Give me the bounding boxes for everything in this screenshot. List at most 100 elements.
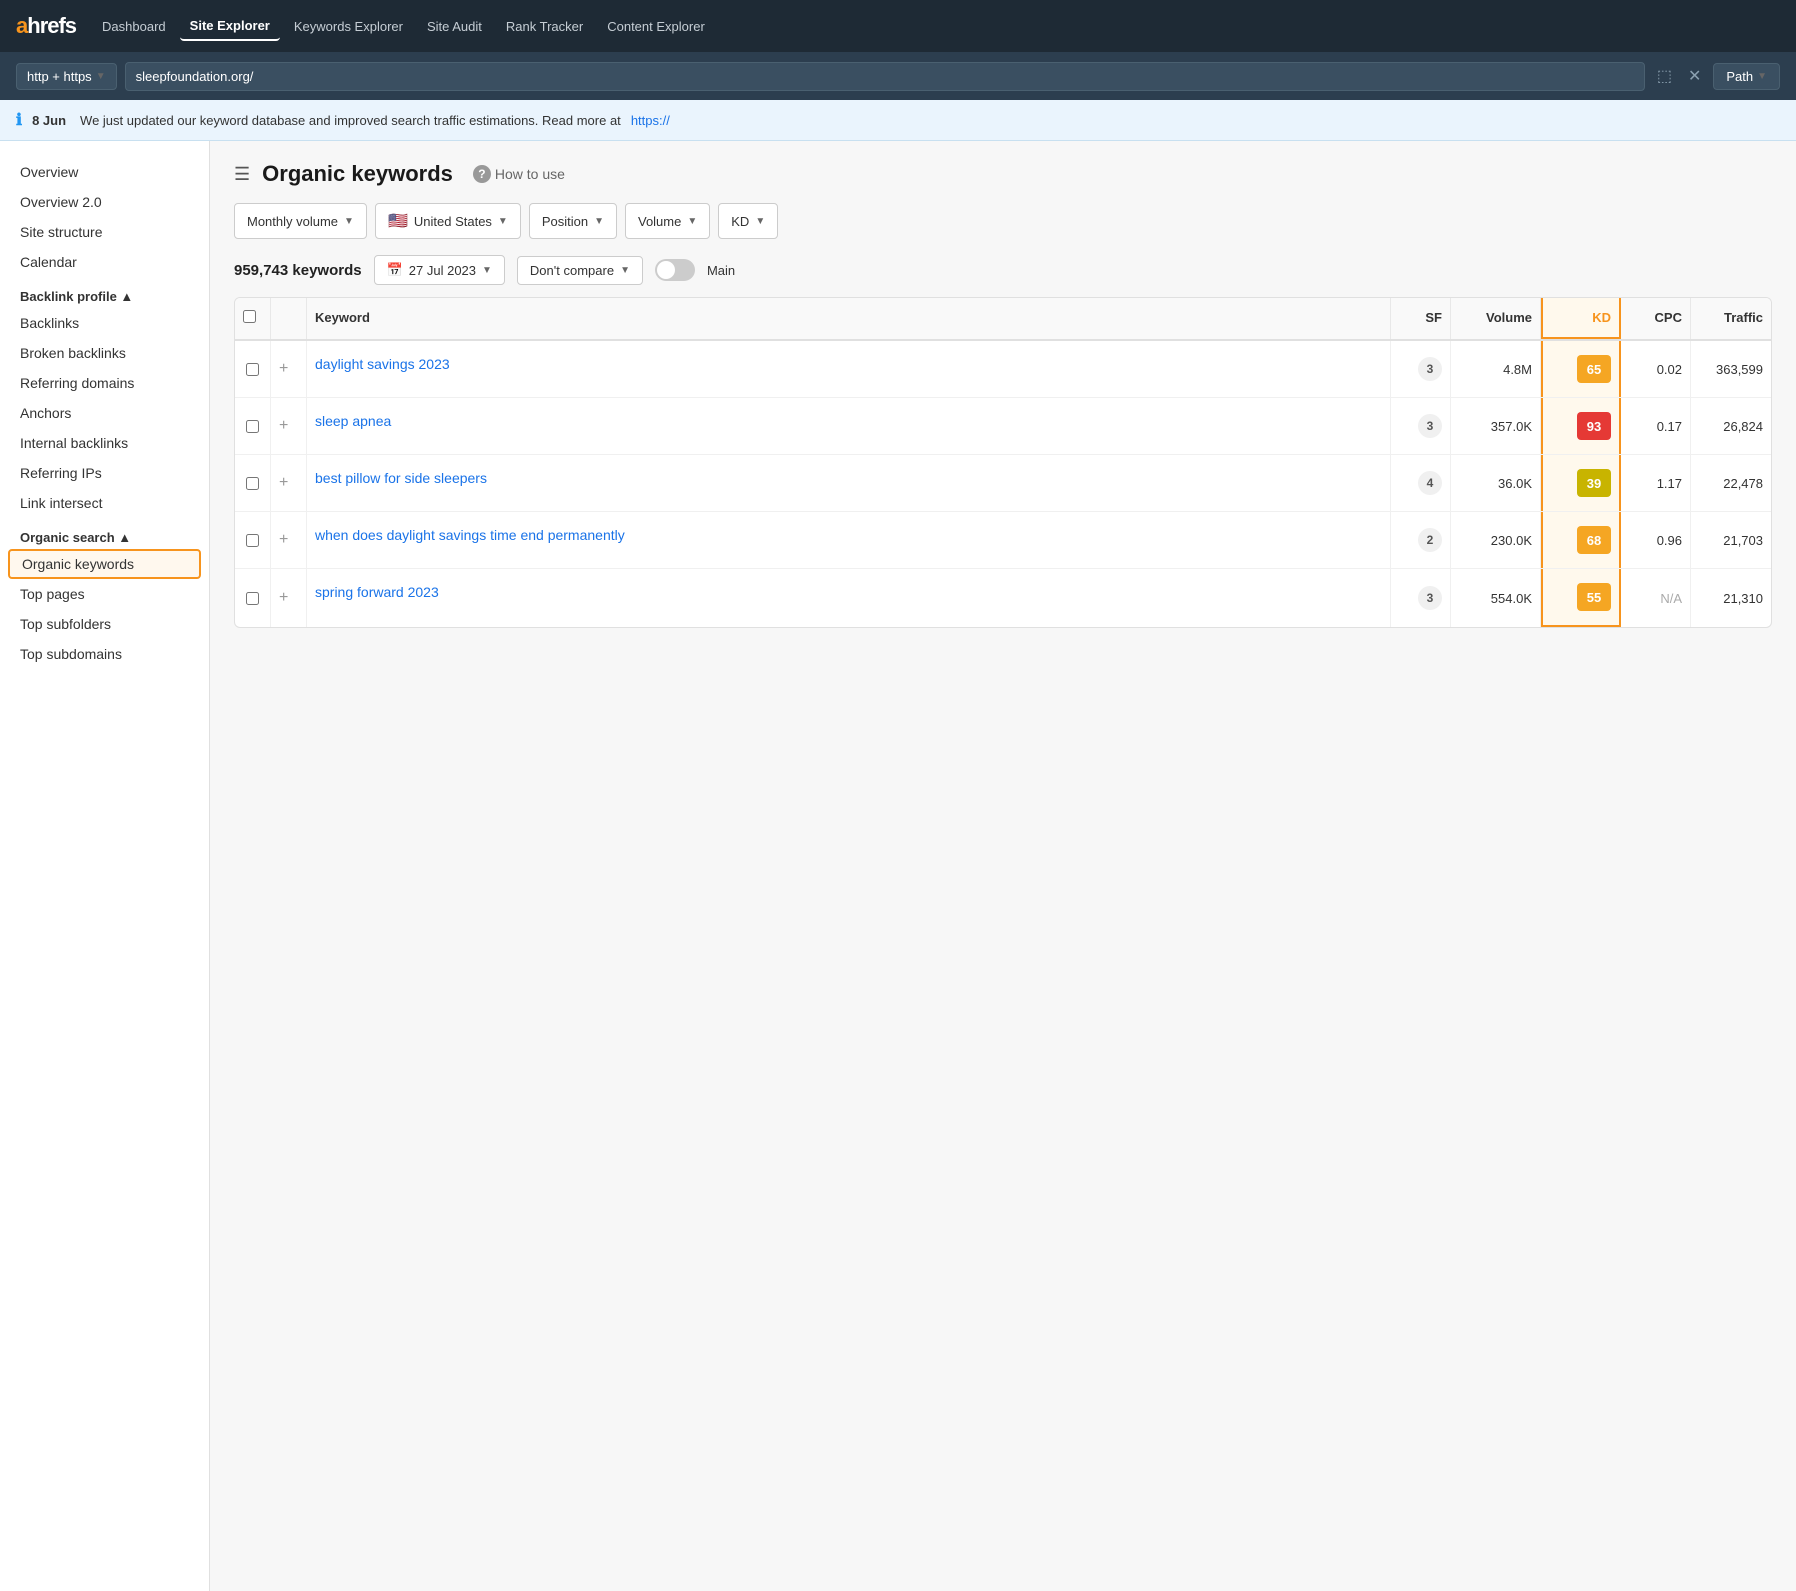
add-keyword-button[interactable]: + <box>279 532 288 548</box>
row-cpc-cell: 0.17 <box>1621 398 1691 454</box>
keyword-link[interactable]: daylight savings 2023 <box>315 355 450 375</box>
row-sf-cell: 3 <box>1391 341 1451 397</box>
kd-chevron-icon: ▼ <box>755 216 765 227</box>
nav-site-explorer[interactable]: Site Explorer <box>180 12 280 41</box>
close-icon[interactable]: ✕ <box>1684 62 1705 90</box>
add-keyword-button[interactable]: + <box>279 418 288 434</box>
kd-filter[interactable]: KD ▼ <box>718 203 778 239</box>
sidebar-item-overview-2[interactable]: Overview 2.0 <box>0 187 209 217</box>
th-volume[interactable]: Volume <box>1451 298 1541 339</box>
row-traffic-cell: 21,703 <box>1691 512 1771 568</box>
sidebar-item-organic-keywords[interactable]: Organic keywords <box>8 549 201 579</box>
kd-filter-label: KD <box>731 214 749 229</box>
keyword-link[interactable]: sleep apnea <box>315 412 391 432</box>
row-add-cell: + <box>271 398 307 454</box>
row-checkbox-cell <box>235 398 271 454</box>
row-add-cell: + <box>271 455 307 511</box>
th-kd[interactable]: KD <box>1541 298 1621 339</box>
row-sf-cell: 2 <box>1391 512 1451 568</box>
notification-link[interactable]: https:// <box>631 113 670 128</box>
sidebar-item-anchors[interactable]: Anchors <box>0 398 209 428</box>
main-toggle[interactable] <box>655 259 695 281</box>
keyword-link[interactable]: when does daylight savings time end perm… <box>315 526 625 546</box>
how-to-use-label: How to use <box>495 166 565 182</box>
th-cpc[interactable]: CPC <box>1621 298 1691 339</box>
th-add <box>271 298 307 339</box>
sidebar-item-site-structure[interactable]: Site structure <box>0 217 209 247</box>
row-checkbox-cell <box>235 569 271 627</box>
compare-label: Don't compare <box>530 263 614 278</box>
row-checkbox-cell <box>235 512 271 568</box>
nav-dashboard[interactable]: Dashboard <box>92 13 176 40</box>
row-kd-cell: 55 <box>1541 569 1621 627</box>
row-cpc-cell: 0.96 <box>1621 512 1691 568</box>
th-traffic[interactable]: Traffic <box>1691 298 1771 339</box>
path-chevron-icon: ▼ <box>1757 71 1767 82</box>
logo[interactable]: ahrefs <box>16 13 76 39</box>
sidebar-section-backlink[interactable]: Backlink profile ▲ <box>0 277 209 308</box>
nav-content-explorer[interactable]: Content Explorer <box>597 13 715 40</box>
add-keyword-button[interactable]: + <box>279 475 288 491</box>
row-checkbox[interactable] <box>246 477 259 490</box>
url-bar: http + https ▼ ⬚ ✕ Path ▼ <box>0 52 1796 100</box>
path-button[interactable]: Path ▼ <box>1713 63 1780 90</box>
kd-badge: 65 <box>1577 355 1611 383</box>
sidebar-item-top-pages[interactable]: Top pages <box>0 579 209 609</box>
country-chevron-icon: ▼ <box>498 216 508 227</box>
volume-filter-label: Volume <box>638 214 681 229</box>
help-icon: ? <box>473 165 491 183</box>
sidebar-item-overview[interactable]: Overview <box>0 157 209 187</box>
row-add-cell: + <box>271 512 307 568</box>
compare-button[interactable]: Don't compare ▼ <box>517 256 643 285</box>
sidebar-item-referring-ips[interactable]: Referring IPs <box>0 458 209 488</box>
row-checkbox[interactable] <box>246 592 259 605</box>
row-checkbox[interactable] <box>246 363 259 376</box>
sidebar-section-organic[interactable]: Organic search ▲ <box>0 518 209 549</box>
monthly-volume-label: Monthly volume <box>247 214 338 229</box>
row-cpc-cell: N/A <box>1621 569 1691 627</box>
country-label: United States <box>414 214 492 229</box>
data-table: Keyword SF Volume KD CPC Traffic + dayli… <box>234 297 1772 628</box>
position-filter[interactable]: Position ▼ <box>529 203 617 239</box>
top-nav: ahrefs Dashboard Site Explorer Keywords … <box>0 0 1796 52</box>
protocol-select[interactable]: http + https ▼ <box>16 63 117 90</box>
row-checkbox[interactable] <box>246 420 259 433</box>
nav-rank-tracker[interactable]: Rank Tracker <box>496 13 593 40</box>
country-filter[interactable]: 🇺🇸 United States ▼ <box>375 203 521 239</box>
sidebar-item-broken-backlinks[interactable]: Broken backlinks <box>0 338 209 368</box>
sidebar-item-link-intersect[interactable]: Link intersect <box>0 488 209 518</box>
monthly-volume-filter[interactable]: Monthly volume ▼ <box>234 203 367 239</box>
table-row: + sleep apnea 3 357.0K 93 0.17 26,824 <box>235 398 1771 455</box>
sidebar-item-top-subdomains[interactable]: Top subdomains <box>0 639 209 669</box>
keyword-link[interactable]: best pillow for side sleepers <box>315 469 487 489</box>
nav-site-audit[interactable]: Site Audit <box>417 13 492 40</box>
add-keyword-button[interactable]: + <box>279 361 288 377</box>
open-external-icon[interactable]: ⬚ <box>1653 62 1676 90</box>
row-keyword-cell: sleep apnea <box>307 398 1391 454</box>
info-icon: ℹ <box>16 110 22 130</box>
row-checkbox-cell <box>235 455 271 511</box>
keyword-link[interactable]: spring forward 2023 <box>315 583 439 603</box>
main-toggle-label: Main <box>707 263 735 278</box>
th-sf[interactable]: SF <box>1391 298 1451 339</box>
sidebar-item-internal-backlinks[interactable]: Internal backlinks <box>0 428 209 458</box>
sidebar-item-top-subfolders[interactable]: Top subfolders <box>0 609 209 639</box>
th-checkbox <box>235 298 271 339</box>
hamburger-icon[interactable]: ☰ <box>234 164 250 185</box>
add-keyword-button[interactable]: + <box>279 590 288 606</box>
th-keyword[interactable]: Keyword <box>307 298 1391 339</box>
sf-badge: 4 <box>1418 471 1442 495</box>
nav-keywords-explorer[interactable]: Keywords Explorer <box>284 13 413 40</box>
select-all-checkbox[interactable] <box>243 310 256 323</box>
date-picker[interactable]: 📅 27 Jul 2023 ▼ <box>374 255 505 285</box>
how-to-use-button[interactable]: ? How to use <box>465 161 573 187</box>
sidebar-item-backlinks[interactable]: Backlinks <box>0 308 209 338</box>
position-label: Position <box>542 214 588 229</box>
volume-filter[interactable]: Volume ▼ <box>625 203 710 239</box>
url-input[interactable] <box>125 62 1645 91</box>
sidebar-item-calendar[interactable]: Calendar <box>0 247 209 277</box>
row-checkbox[interactable] <box>246 534 259 547</box>
row-kd-cell: 93 <box>1541 398 1621 454</box>
kd-badge: 93 <box>1577 412 1611 440</box>
sidebar-item-referring-domains[interactable]: Referring domains <box>0 368 209 398</box>
